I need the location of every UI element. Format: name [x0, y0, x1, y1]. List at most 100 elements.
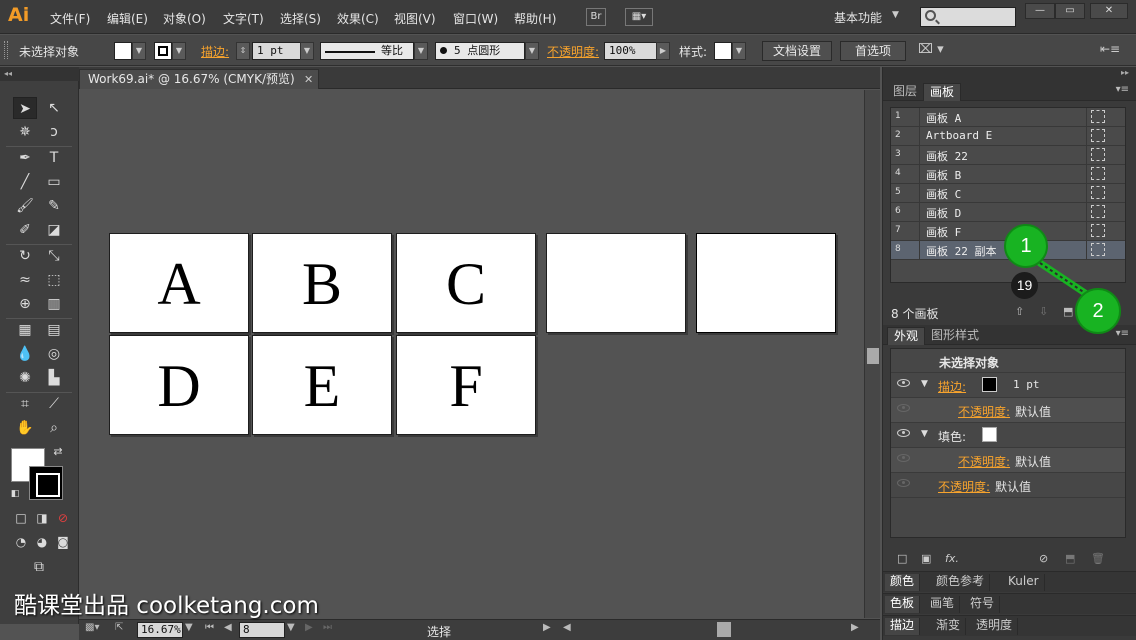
add-fill-icon[interactable]: ▣ [921, 552, 931, 565]
fill-dropdown[interactable]: ▼ [132, 42, 146, 60]
perspective-grid-tool-icon[interactable]: ▥ [42, 293, 66, 315]
arrange-documents-button[interactable]: ▦▾ [625, 8, 653, 26]
menu-type[interactable]: 文字(T) [223, 10, 264, 27]
scale-tool-icon[interactable]: ⤡ [42, 245, 66, 267]
scroll-thumb[interactable] [867, 348, 879, 364]
stroke-opacity-row[interactable]: 不透明度: 默认值 [891, 398, 1125, 423]
artboard-options-icon[interactable] [1091, 148, 1105, 161]
artboard-tool-icon[interactable]: ⌗ [13, 393, 37, 415]
tab-stroke[interactable]: 描边 [885, 618, 921, 635]
artboard-e[interactable]: E [252, 335, 392, 435]
opacity-dropdown[interactable]: ▶ [656, 42, 670, 60]
tab-kuler[interactable]: Kuler [1003, 574, 1045, 591]
variable-width-profile[interactable]: 等比 [320, 42, 414, 60]
artboard-options-icon[interactable] [1091, 129, 1105, 142]
eyedropper-tool-icon[interactable]: 💧 [13, 343, 37, 365]
list-item[interactable]: 2 Artboard E [891, 127, 1125, 146]
search-input[interactable] [920, 7, 1016, 27]
move-up-icon[interactable]: ⇧ [1015, 305, 1024, 318]
gradient-mode-icon[interactable]: ◨ [33, 509, 51, 527]
object-opacity-row[interactable]: 不透明度: 默认值 [891, 473, 1125, 498]
document-tab[interactable]: Work69.ai* @ 16.67% (CMYK/预览) ✕ [79, 69, 319, 89]
direct-selection-tool-icon[interactable]: ↖ [42, 97, 66, 119]
panel-menu-icon[interactable]: ▾≡ [1116, 328, 1129, 339]
fill-color-swatch[interactable] [114, 42, 132, 60]
pencil-tool-icon[interactable]: ✎ [42, 195, 66, 217]
list-item[interactable]: 4 画板 B [891, 165, 1125, 184]
swap-fill-stroke-icon[interactable]: ⇄ [50, 445, 66, 459]
lasso-tool-icon[interactable]: ↄ [42, 121, 66, 143]
scroll-left-icon[interactable]: ◀ [563, 622, 571, 633]
list-item[interactable]: 1 画板 A [891, 108, 1125, 127]
symbol-sprayer-tool-icon[interactable]: ✺ [13, 367, 37, 389]
eye-icon[interactable] [897, 404, 910, 412]
stroke-weight-dropdown[interactable]: ▼ [300, 42, 314, 60]
fill-opacity-row[interactable]: 不透明度: 默认值 [891, 448, 1125, 473]
opacity-link[interactable]: 不透明度: [958, 453, 1010, 470]
artboard-options-icon[interactable] [1091, 186, 1105, 199]
paintbrush-tool-icon[interactable]: 🖌 [13, 195, 37, 217]
tab-transparency[interactable]: 透明度 [971, 618, 1019, 635]
menu-select[interactable]: 选择(S) [280, 10, 321, 27]
maximize-button[interactable]: ▭ [1055, 3, 1085, 19]
default-colors-icon[interactable]: ◧ [8, 487, 22, 501]
zoom-field[interactable]: 16.67% [137, 622, 183, 638]
clear-appearance-icon[interactable]: ⊘ [1039, 552, 1048, 565]
artboard-dropdown[interactable]: ▼ [287, 622, 295, 633]
artboard-22[interactable] [546, 233, 686, 333]
artboard-f[interactable]: F [396, 335, 536, 435]
artboard-options-icon[interactable] [1091, 110, 1105, 123]
tab-artboards[interactable]: 画板 [923, 83, 962, 101]
menu-view[interactable]: 视图(V) [394, 10, 436, 27]
zoom-dropdown[interactable]: ▼ [185, 622, 193, 633]
list-item[interactable]: 3 画板 22 [891, 146, 1125, 165]
menu-object[interactable]: 对象(O) [163, 10, 206, 27]
menu-edit[interactable]: 编辑(E) [107, 10, 148, 27]
screen-mode-icon[interactable]: ⧉ [28, 557, 50, 577]
tab-swatches[interactable]: 色板 [885, 596, 921, 613]
draw-behind-icon[interactable]: ◕ [33, 533, 51, 551]
magic-wand-tool-icon[interactable]: ✵ [13, 121, 37, 143]
gpu-icon[interactable]: ▩▾ [85, 622, 99, 633]
blob-brush-tool-icon[interactable]: ✐ [13, 219, 37, 241]
style-dropdown[interactable]: ▼ [732, 42, 746, 60]
tab-gradient[interactable]: 渐变 [931, 618, 967, 635]
canvas[interactable]: A B C D E F [79, 90, 864, 618]
draw-inside-icon[interactable]: ◙ [54, 533, 72, 551]
none-mode-icon[interactable]: ⊘ [54, 509, 72, 527]
column-graph-tool-icon[interactable]: ▙ [42, 367, 66, 389]
menu-file[interactable]: 文件(F) [50, 10, 90, 27]
isolate-icon[interactable]: ⌧ ▾ [918, 42, 944, 57]
brush-dropdown[interactable]: ▼ [525, 42, 539, 60]
eye-icon[interactable] [897, 479, 910, 487]
tab-color-guide[interactable]: 颜色参考 [931, 574, 991, 591]
close-button[interactable]: ✕ [1090, 3, 1128, 19]
shape-builder-tool-icon[interactable]: ⊕ [13, 293, 37, 315]
dock-collapse-bar[interactable]: ▸▸ [883, 67, 1136, 81]
artboard-c[interactable]: C [396, 233, 536, 333]
pen-tool-icon[interactable]: ✒ [13, 147, 37, 169]
bridge-button[interactable]: Br [586, 8, 606, 26]
tab-layers[interactable]: 图层 [887, 83, 923, 101]
disclosure-triangle-icon[interactable]: ▼ [921, 379, 928, 389]
first-artboard-icon[interactable]: ⏮ [205, 622, 214, 633]
artboard-options-icon[interactable] [1091, 224, 1105, 237]
zoom-tool-icon[interactable]: ⌕ [42, 417, 66, 439]
status-menu-icon[interactable]: ▶ [543, 622, 551, 633]
list-item[interactable]: 5 画板 C [891, 184, 1125, 203]
menu-window[interactable]: 窗口(W) [453, 10, 498, 27]
fill-row[interactable]: ▼ 填色: [891, 423, 1125, 448]
artboard-options-icon[interactable] [1091, 167, 1105, 180]
opacity-link[interactable]: 不透明度: [958, 403, 1010, 420]
rotate-tool-icon[interactable]: ↻ [13, 245, 37, 267]
profile-dropdown[interactable]: ▼ [414, 42, 428, 60]
stroke-color-swatch[interactable] [154, 42, 172, 60]
add-stroke-icon[interactable]: □ [897, 552, 907, 565]
mesh-tool-icon[interactable]: ▦ [13, 319, 37, 341]
eye-icon[interactable] [897, 429, 910, 437]
stroke-swatch[interactable] [29, 466, 63, 500]
scroll-right-icon[interactable]: ▶ [851, 622, 859, 633]
graphic-style-swatch[interactable] [714, 42, 732, 60]
tab-graphic-styles[interactable]: 图形样式 [925, 327, 985, 345]
eye-icon[interactable] [897, 379, 910, 387]
